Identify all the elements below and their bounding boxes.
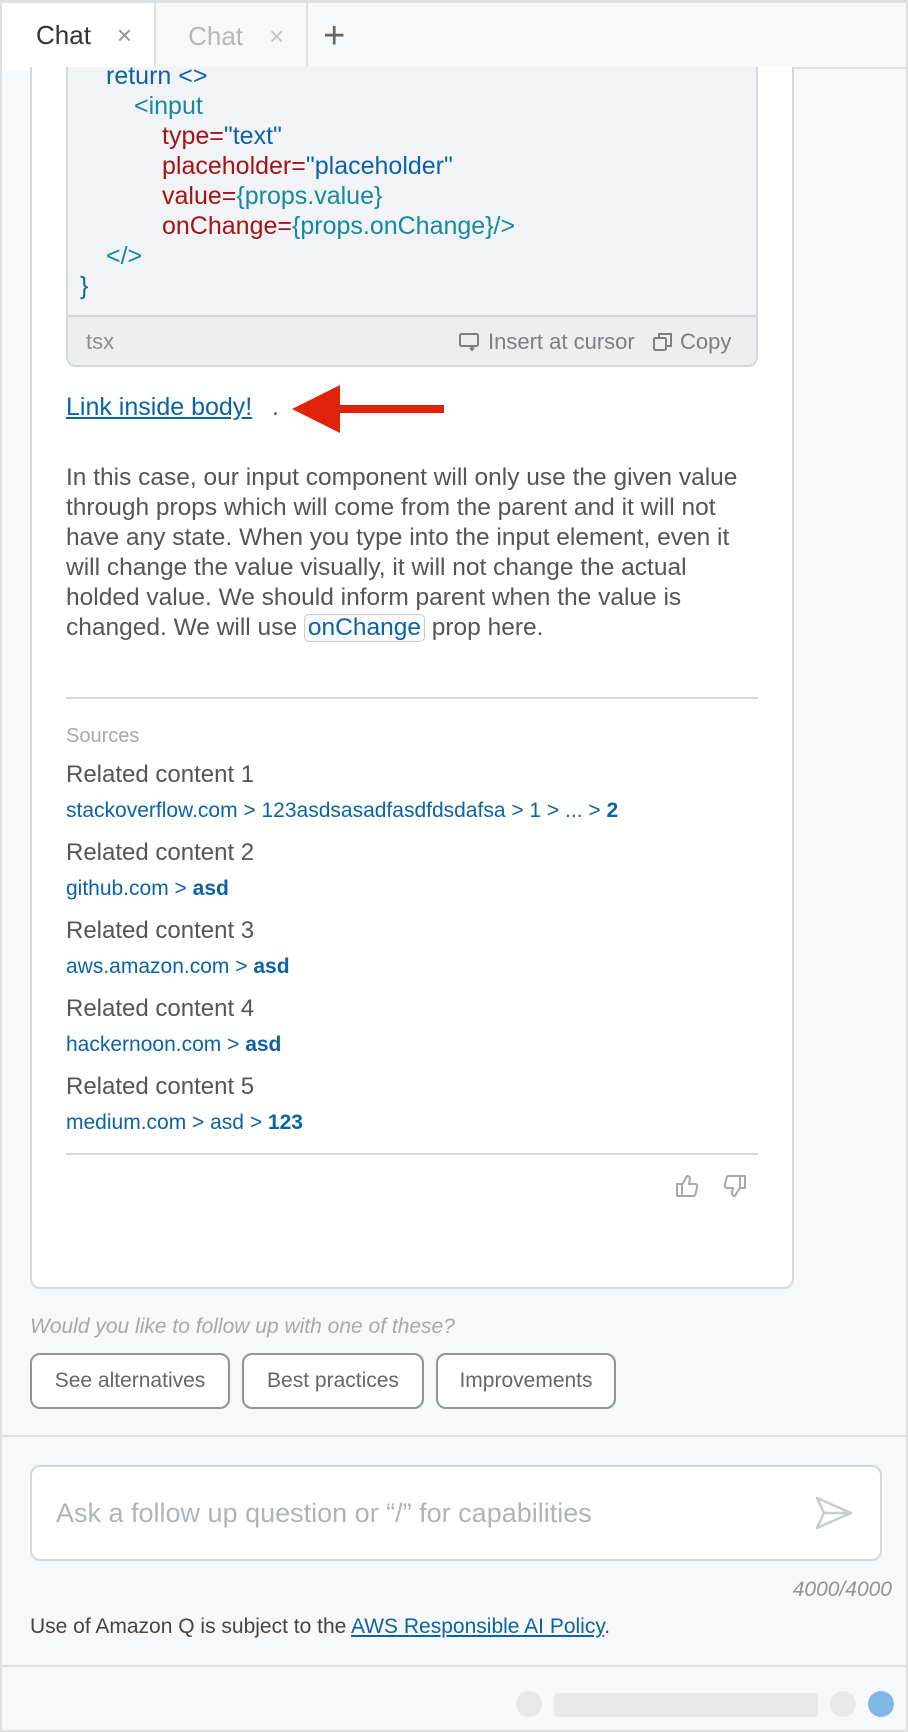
copy-label: Copy	[680, 329, 732, 354]
chat-window: Chat × Chat × + return <> <input type="t…	[0, 0, 908, 1732]
prompt-input-box	[30, 1465, 882, 1561]
source-path: medium.com > asd >	[66, 1111, 268, 1134]
thumbs-up-icon[interactable]	[674, 1173, 700, 1199]
code-token: }	[80, 272, 89, 300]
source-path-last: asd	[192, 877, 229, 900]
divider	[2, 1435, 906, 1437]
status-placeholder-dot	[830, 1691, 856, 1717]
source-title: Related content 1	[66, 761, 255, 788]
inline-code: onChange	[303, 614, 425, 642]
source-path: github.com >	[66, 877, 193, 900]
source-path-last: 123	[267, 1111, 303, 1134]
divider	[66, 697, 758, 699]
close-icon[interactable]: ×	[117, 20, 132, 51]
chip-see-alternatives[interactable]: See alternatives	[30, 1353, 230, 1409]
code-token: {props.value}	[236, 182, 383, 210]
source-title: Related content 4	[66, 995, 255, 1022]
code-line: }	[80, 271, 88, 301]
tab-chat-1[interactable]: Chat ×	[2, 3, 157, 70]
thumbs-down-icon[interactable]	[722, 1173, 748, 1199]
code-block: return <> <input type="text" placeholder…	[66, 67, 758, 367]
code-token: type=	[162, 122, 224, 150]
source-path-last: asd	[253, 955, 290, 978]
send-icon[interactable]	[814, 1495, 854, 1531]
code-line: type="text"	[162, 121, 282, 151]
code-line: onChange={props.onChange}/>	[162, 211, 515, 241]
insert-at-cursor-button[interactable]: Insert at cursor	[458, 329, 635, 355]
code-token: placeholder=	[162, 152, 306, 180]
red-arrow-annotation-icon	[292, 385, 444, 433]
add-tab-button[interactable]: +	[308, 3, 360, 69]
code-token: "text"	[223, 122, 282, 150]
character-counter: 4000/4000	[792, 1578, 892, 1601]
paragraph-text: prop here.	[424, 614, 544, 641]
source-path: stackoverflow.com > 123asdsasadfasdfdsda…	[66, 799, 607, 822]
source-link[interactable]: github.com > asd	[66, 877, 254, 901]
followup-question: Would you like to follow up with one of …	[30, 1315, 455, 1338]
code-line: value={props.value}	[162, 181, 382, 211]
chip-best-practices[interactable]: Best practices	[242, 1353, 424, 1409]
code-language: tsx	[86, 329, 115, 354]
source-link[interactable]: stackoverflow.com > 123asdsasadfasdfdsda…	[66, 799, 618, 823]
code-token: onChange=	[162, 212, 292, 240]
code-token: <input	[134, 92, 203, 120]
code-line: <input	[134, 91, 203, 121]
insert-label: Insert at cursor	[488, 329, 635, 354]
source-item[interactable]: Related content 2 github.com > asd	[66, 839, 254, 901]
answer-paragraph: In this case, our input component will o…	[66, 463, 766, 643]
status-placeholder-dot	[516, 1691, 542, 1717]
code-line: return <>	[106, 67, 207, 91]
prompt-input[interactable]	[56, 1467, 816, 1559]
source-item[interactable]: Related content 3 aws.amazon.com > asd	[66, 917, 290, 979]
answer-card: return <> <input type="text" placeholder…	[30, 67, 794, 1289]
code-token: "placeholder"	[305, 152, 453, 180]
policy-text: Use of Amazon Q is subject to the	[30, 1615, 351, 1638]
close-icon[interactable]: ×	[269, 21, 284, 52]
source-path: hackernoon.com >	[66, 1033, 246, 1056]
tab-bar: Chat × Chat × +	[2, 3, 906, 70]
source-link[interactable]: hackernoon.com > asd	[66, 1033, 281, 1057]
source-link[interactable]: aws.amazon.com > asd	[66, 955, 290, 979]
source-item[interactable]: Related content 4 hackernoon.com > asd	[66, 995, 281, 1057]
policy-text: .	[604, 1615, 611, 1638]
source-title: Related content 2	[66, 839, 255, 866]
code-token: </>	[106, 242, 143, 270]
divider	[66, 1153, 758, 1155]
feedback-buttons	[674, 1173, 748, 1199]
code-token: value=	[162, 182, 237, 210]
code-token: return <>	[106, 67, 208, 90]
source-item[interactable]: Related content 1 stackoverflow.com > 12…	[66, 761, 618, 823]
policy-link[interactable]: AWS Responsible AI Policy	[351, 1615, 604, 1638]
status-placeholder-bar	[554, 1693, 818, 1717]
status-indicator-dot	[868, 1691, 894, 1717]
status-bar	[2, 1665, 906, 1730]
tab-label: Chat	[188, 20, 244, 51]
code-line: placeholder="placeholder"	[162, 151, 453, 181]
code-line: </>	[106, 241, 142, 271]
source-item[interactable]: Related content 5 medium.com > asd > 123	[66, 1073, 303, 1135]
tab-label: Chat	[36, 19, 91, 50]
source-title: Related content 5	[66, 1073, 255, 1100]
copy-button[interactable]: Copy	[652, 329, 731, 355]
code-footer: tsx Insert at cursor Copy	[68, 315, 756, 365]
insert-icon	[459, 333, 479, 351]
code-token: {props.onChange}/>	[291, 212, 516, 240]
chip-improvements[interactable]: Improvements	[436, 1353, 616, 1409]
body-link-suffix: .	[272, 393, 279, 421]
policy-notice: Use of Amazon Q is subject to the AWS Re…	[30, 1615, 610, 1639]
code-content: return <> <input type="text" placeholder…	[68, 67, 756, 315]
sources-title: Sources	[66, 725, 140, 747]
source-path-last: 2	[606, 799, 619, 822]
source-path-last: asd	[245, 1033, 282, 1056]
copy-icon	[653, 333, 672, 351]
tab-chat-2[interactable]: Chat ×	[156, 3, 309, 69]
source-link[interactable]: medium.com > asd > 123	[66, 1111, 303, 1135]
body-link[interactable]: Link inside body!	[66, 393, 252, 422]
source-path: aws.amazon.com >	[66, 955, 254, 978]
source-title: Related content 3	[66, 917, 255, 944]
